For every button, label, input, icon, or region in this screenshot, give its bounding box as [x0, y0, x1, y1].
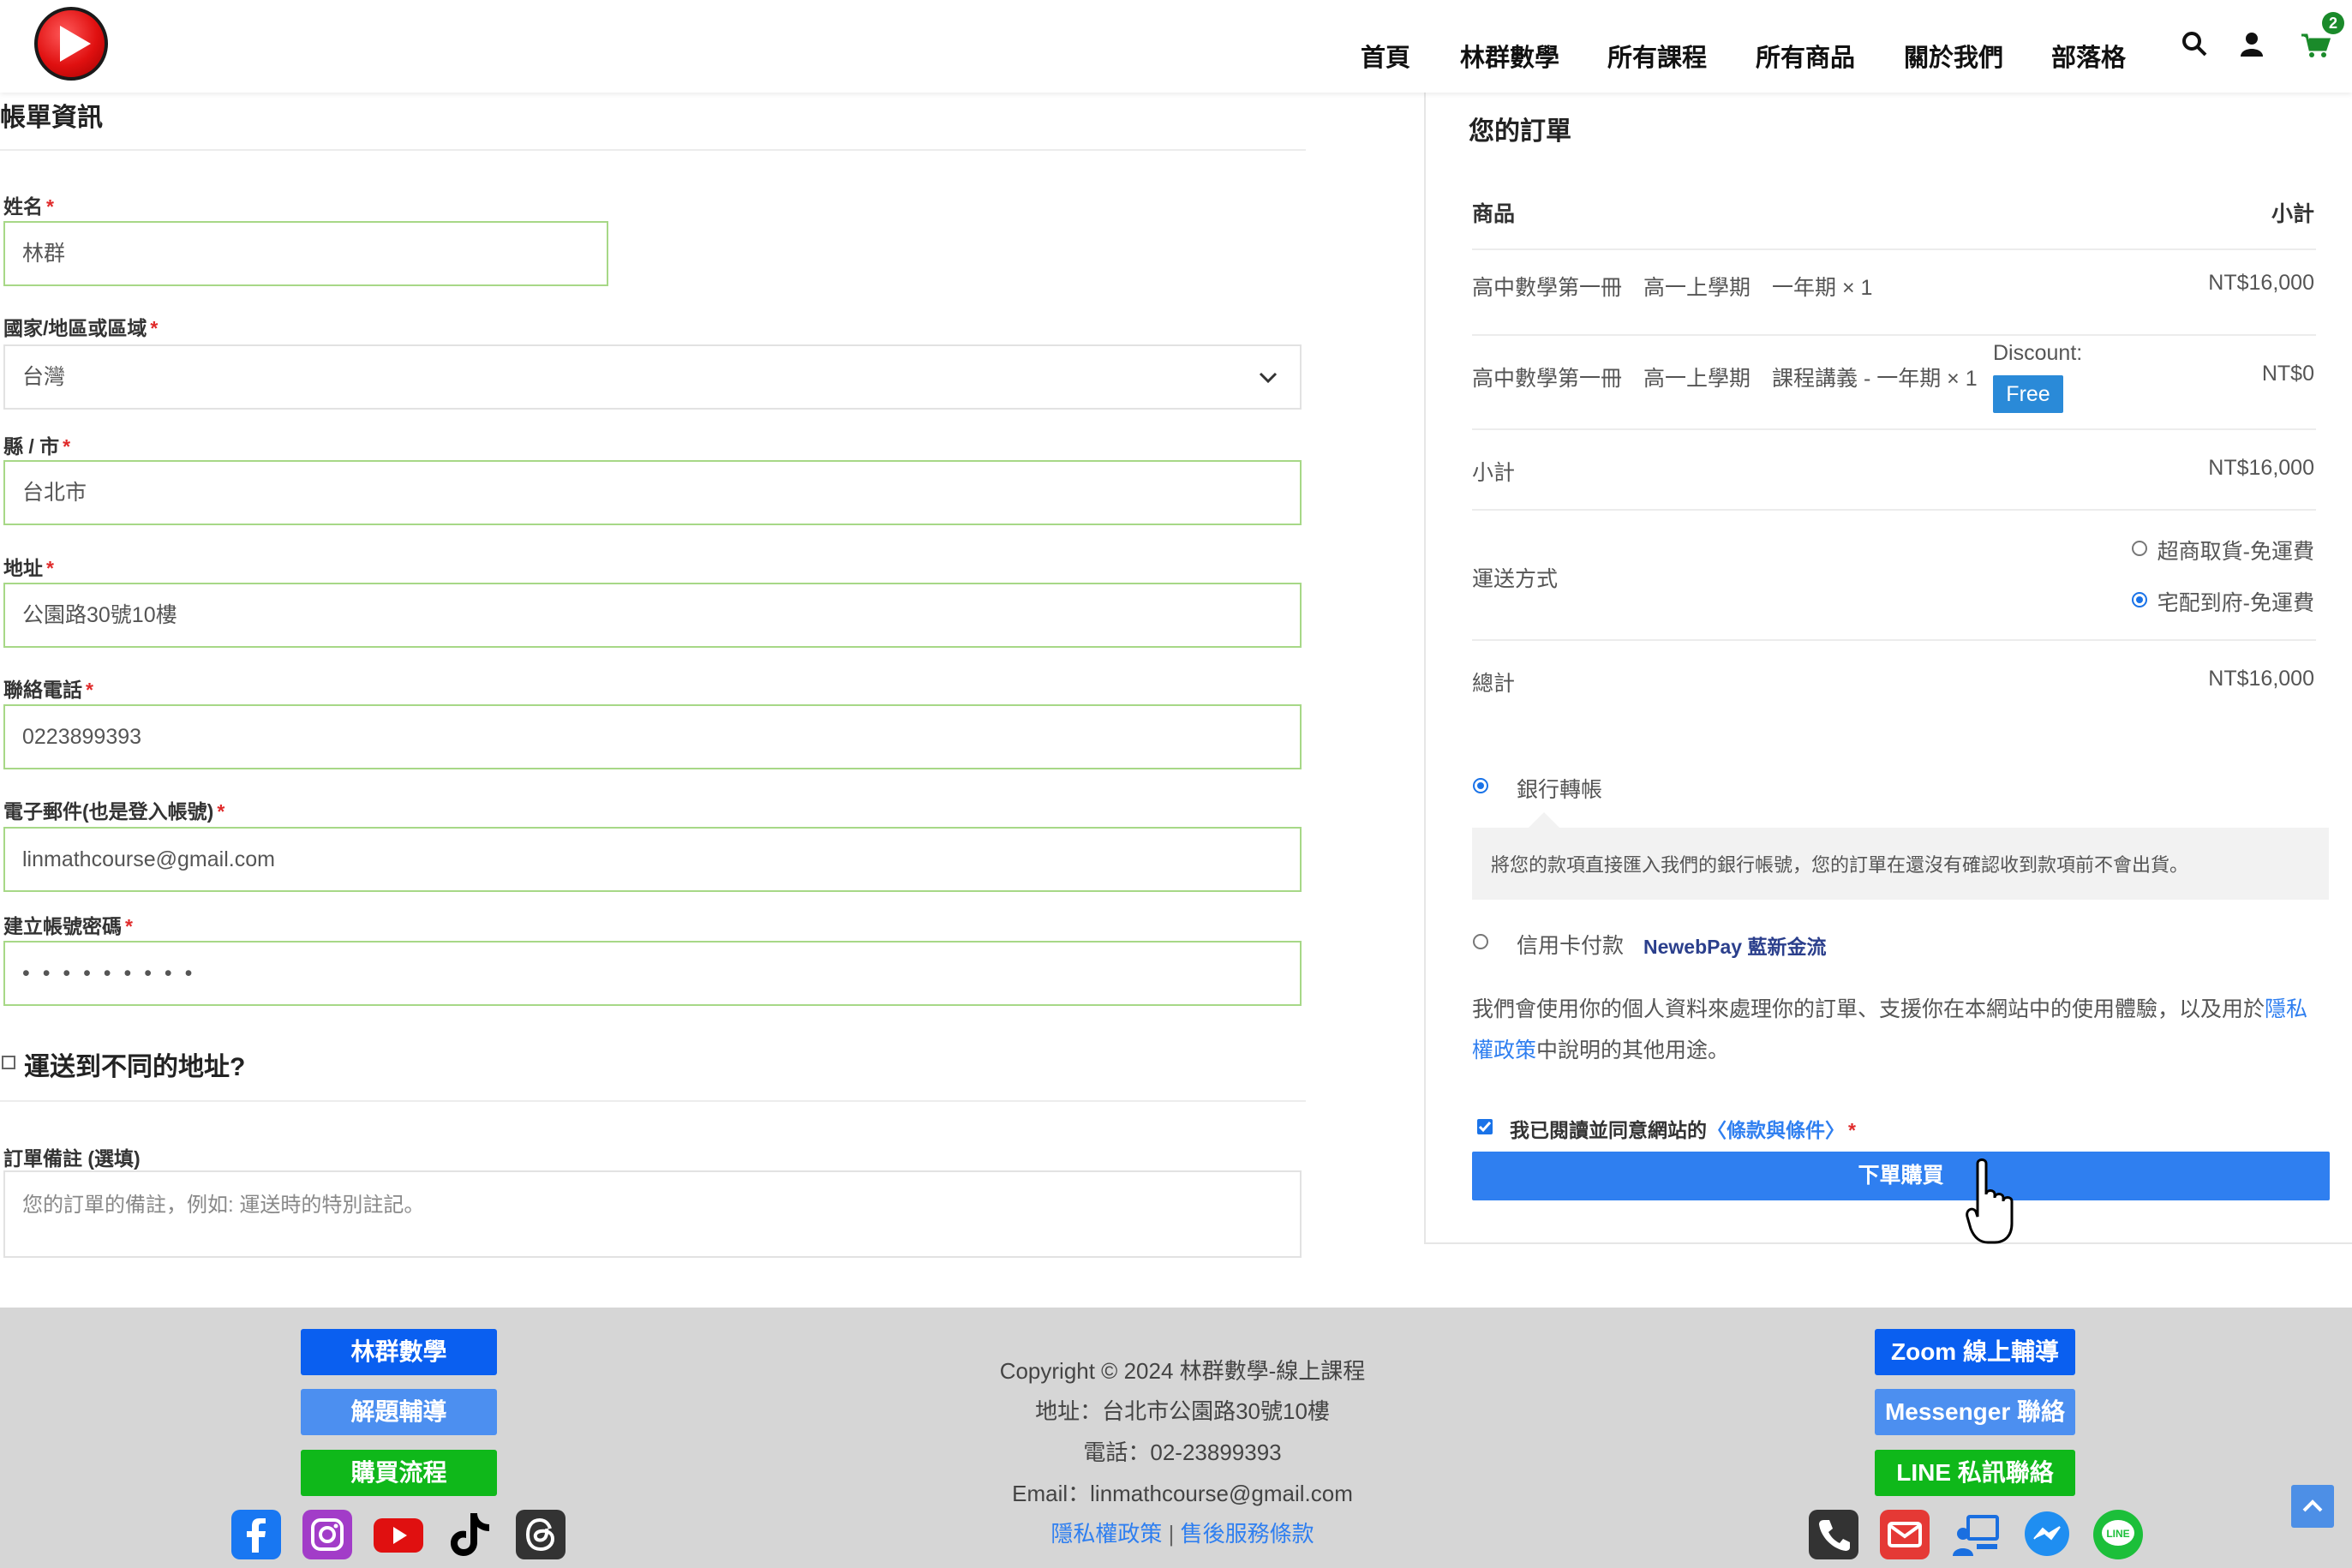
- line-icon[interactable]: LINE: [2093, 1510, 2143, 1559]
- shipping-option-label: 宅配到府-免運費: [2157, 591, 2314, 615]
- total-value: NT$16,000: [2208, 667, 2314, 691]
- shipping-option-label: 超商取貨-免運費: [2157, 540, 2314, 564]
- col-subtotal-header: 小計: [2271, 202, 2314, 226]
- footer-email: Email：linmathcourse@gmail.com: [1012, 1481, 1353, 1506]
- tiktok-icon[interactable]: [445, 1510, 494, 1559]
- country-label: 國家/地區或區域 *: [3, 317, 159, 339]
- address-input[interactable]: 公園路30號10樓: [3, 583, 1302, 648]
- notes-textarea[interactable]: 您的訂單的備註，例如: 運送時的特別註記。: [3, 1170, 1302, 1258]
- nav-blog[interactable]: 部落格: [2051, 38, 2126, 74]
- payment-bank-radio[interactable]: [1473, 778, 1488, 793]
- phone-label: 聯絡電話 *: [3, 679, 93, 701]
- billing-title: 帳單資訊: [0, 104, 103, 132]
- name-label: 姓名 *: [3, 195, 54, 218]
- footer-tutoring-button[interactable]: 解題輔導: [301, 1389, 497, 1435]
- order-review-panel: 您的訂單 商品 小計 高中數學第一冊 高一上學期 一年期 × 1 NT$16,0…: [1424, 93, 2352, 1244]
- shipping-option-radio[interactable]: [2132, 592, 2147, 607]
- divider: [1472, 509, 2316, 511]
- user-icon[interactable]: [2239, 31, 2265, 61]
- order-item-price: NT$16,000: [2208, 271, 2314, 295]
- payment-card-radio[interactable]: [1473, 934, 1488, 949]
- subtotal-label: 小計: [1472, 461, 1516, 485]
- nav-home[interactable]: 首頁: [1361, 38, 1410, 74]
- col-product-header: 商品: [1472, 202, 1516, 226]
- order-item-name: 高中數學第一冊 高一上學期 課程講義 - 一年期 × 1: [1472, 367, 1978, 391]
- chevron-down-icon: [1259, 346, 1278, 408]
- footer-zoom-button[interactable]: Zoom 線上輔導: [1875, 1329, 2075, 1375]
- place-order-button[interactable]: 下單購買: [1472, 1152, 2330, 1200]
- footer-messenger-button[interactable]: Messenger 聯絡: [1875, 1389, 2075, 1435]
- divider: [0, 149, 1306, 151]
- divider: [1472, 428, 2316, 430]
- email-label: 電子郵件(也是登入帳號) *: [3, 800, 225, 823]
- password-label: 建立帳號密碼 *: [3, 915, 133, 937]
- newebpay-logo: NewebPay 藍新金流: [1643, 936, 1827, 958]
- divider: [0, 1100, 1306, 1102]
- search-icon[interactable]: [2181, 31, 2207, 61]
- footer-line-button[interactable]: LINE 私訊聯絡: [1875, 1450, 2075, 1496]
- ship-different-label: 運送到不同的地址?: [24, 1053, 246, 1081]
- svg-text:LINE: LINE: [2106, 1528, 2129, 1540]
- ship-different-checkbox[interactable]: [2, 1056, 15, 1069]
- password-input[interactable]: • • • • • • • • •: [3, 941, 1302, 1006]
- footer-phone: 電話：02-23899393: [1083, 1439, 1282, 1465]
- email-input[interactable]: linmathcourse@gmail.com: [3, 827, 1302, 892]
- footer-copyright: Copyright © 2024 林群數學-線上課程: [999, 1358, 1366, 1384]
- nav-linqun-math[interactable]: 林群數學: [1460, 38, 1559, 74]
- address-label: 地址 *: [3, 557, 54, 579]
- payment-bank-description: 將您的款項直接匯入我們的銀行帳號，您的訂單在還沒有確認收到款項前不會出貨。: [1472, 828, 2329, 900]
- payment-desc-arrow: [1529, 812, 1559, 828]
- cart-icon[interactable]: [2301, 33, 2331, 63]
- phone-input[interactable]: 0223899393: [3, 704, 1302, 769]
- payment-bank-label: 銀行轉帳: [1517, 778, 1603, 802]
- privacy-link[interactable]: 隱私: [2265, 997, 2307, 1021]
- discount-label: Discount:: [1993, 341, 2083, 365]
- city-label: 縣 / 市 *: [3, 435, 71, 458]
- footer-links: 隱私權政策 | 售後服務條款: [1050, 1521, 1314, 1547]
- nav-all-courses[interactable]: 所有課程: [1607, 38, 1707, 74]
- nav-all-products[interactable]: 所有商品: [1756, 38, 1855, 74]
- footer-purchase-flow-button[interactable]: 購買流程: [301, 1450, 497, 1496]
- order-title: 您的訂單: [1469, 117, 1571, 146]
- email-icon[interactable]: [1880, 1510, 1930, 1559]
- hand-cursor-icon: [1966, 1157, 2015, 1250]
- name-input[interactable]: 林群: [3, 221, 608, 286]
- divider: [1472, 248, 2316, 250]
- terms-label: 我已閱讀並同意網站的〈條款與條件〉 *: [1510, 1119, 1856, 1141]
- shipping-option-radio[interactable]: [2132, 541, 2147, 556]
- privacy-link[interactable]: 權政策: [1472, 1038, 1536, 1062]
- free-badge: Free: [1993, 375, 2063, 413]
- city-input[interactable]: 台北市: [3, 460, 1302, 525]
- scroll-to-top-button[interactable]: [2291, 1485, 2334, 1528]
- notes-label: 訂單備註 (選填): [3, 1147, 141, 1170]
- threads-icon[interactable]: [516, 1510, 566, 1559]
- terms-checkbox[interactable]: [1477, 1119, 1493, 1134]
- messenger-icon[interactable]: [2022, 1510, 2072, 1559]
- shipping-label: 運送方式: [1472, 567, 1559, 591]
- service-terms-link[interactable]: 售後服務條款: [1181, 1521, 1314, 1547]
- youtube-icon[interactable]: [374, 1510, 423, 1559]
- divider: [1472, 639, 2316, 641]
- nav-about-us[interactable]: 關於我們: [1904, 38, 2003, 74]
- country-value: 台灣: [22, 365, 66, 389]
- country-select[interactable]: 台灣: [3, 344, 1302, 410]
- privacy-policy-link[interactable]: 隱私權政策: [1050, 1521, 1162, 1547]
- footer-linqun-math-button[interactable]: 林群數學: [301, 1329, 497, 1375]
- terms-link[interactable]: 〈條款與條件〉: [1707, 1119, 1845, 1141]
- site-logo[interactable]: [34, 7, 108, 81]
- privacy-notice: 我們會使用你的個人資料來處理你的訂單、支援你在本網站中的使用體驗，以及用於隱私 …: [1472, 997, 2308, 1062]
- site-header: 首頁 林群數學 所有課程 所有商品 關於我們 部落格 2: [0, 0, 2352, 93]
- subtotal-value: NT$16,000: [2208, 456, 2314, 480]
- order-item-name: 高中數學第一冊 高一上學期 一年期 × 1: [1472, 276, 1873, 300]
- zoom-meeting-icon[interactable]: [1951, 1510, 2001, 1559]
- phone-icon[interactable]: [1809, 1510, 1858, 1559]
- footer-address: 地址：台北市公園路30號10樓: [1035, 1398, 1330, 1424]
- order-item-price: NT$0: [2261, 362, 2314, 386]
- cart-count-badge: 2: [2322, 12, 2344, 34]
- divider: [1472, 334, 2316, 336]
- instagram-icon[interactable]: [302, 1510, 352, 1559]
- total-label: 總計: [1472, 672, 1516, 696]
- facebook-icon[interactable]: [231, 1510, 281, 1559]
- payment-card-label: 信用卡付款: [1517, 934, 1625, 958]
